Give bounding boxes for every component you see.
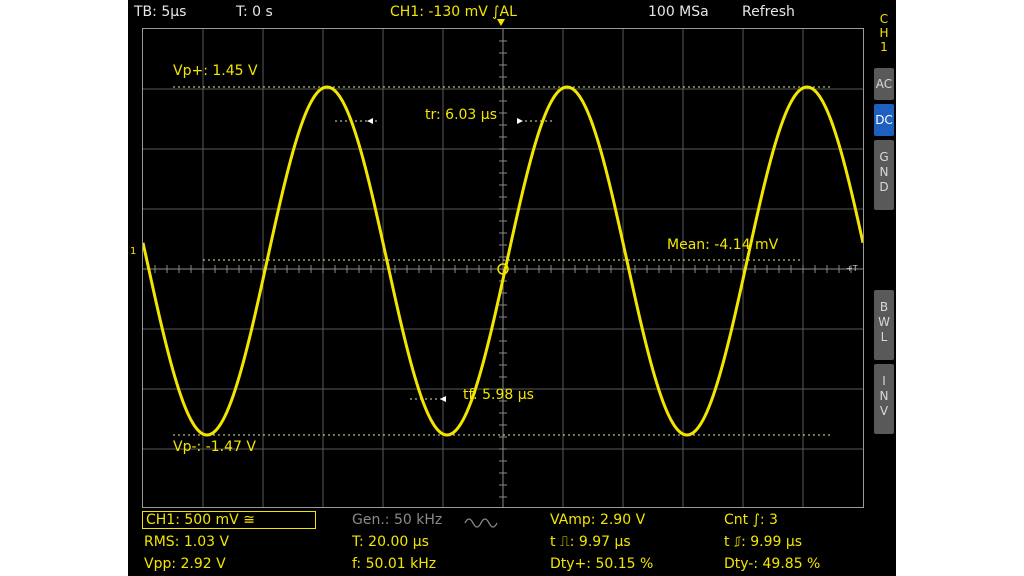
button-letter: W (878, 315, 890, 329)
ac-coupling-button[interactable]: AC (874, 68, 894, 100)
channel-letter: 1 (880, 40, 888, 54)
dc-coupling-button[interactable]: DC (874, 104, 894, 136)
sample-rate-readout: 100 MSa (648, 4, 709, 20)
vp-plus-label: Vp+: 1.45 V (173, 63, 258, 79)
vamp-readout: VAmp: 2.90 V (550, 512, 646, 528)
button-letter: N (879, 165, 889, 179)
trigger-level-marker: +T (846, 264, 858, 273)
graticule (143, 29, 863, 507)
positive-pulse-width-readout: t ⎍: 9.97 µs (550, 534, 631, 550)
rise-time-label: tr: 6.03 µs (425, 107, 497, 123)
button-letter: N (879, 389, 889, 403)
duty-positive-readout: Dty+: 50.15 % (550, 556, 654, 572)
ch1-offset-marker[interactable]: 1 (130, 246, 136, 257)
button-letter: G (879, 150, 889, 164)
vpp-readout: Vpp: 2.92 V (144, 556, 226, 572)
negative-pulse-width-readout: t ⎎: 9.99 µs (724, 534, 803, 550)
ch1-scale-box[interactable]: CH1: 500 mV ≅ (142, 511, 316, 529)
bandwidth-limit-button[interactable]: B W L (874, 290, 894, 360)
button-letter: I (882, 374, 886, 388)
frequency-readout: f: 50.01 kHz (352, 556, 437, 572)
measurement-panel: CH1: 500 mV ≅ Gen.: 50 kHz VAmp: 2.90 V … (128, 508, 868, 576)
vp-minus-label: Vp-: -1.47 V (173, 439, 256, 455)
count-readout: Cnt ∫: 3 (724, 512, 778, 528)
acquire-mode-readout[interactable]: Refresh (742, 4, 795, 20)
generator-readout[interactable]: Gen.: 50 kHz (352, 512, 442, 528)
invert-button[interactable]: I N V (874, 364, 894, 434)
period-readout: T: 20.00 µs (352, 534, 429, 550)
waveform-display[interactable]: Vp+: 1.45 V tr: 6.03 µs Mean: -4.14 mV t… (142, 28, 864, 508)
mean-label: Mean: -4.14 mV (667, 237, 779, 253)
duty-negative-readout: Dty-: 49.85 % (724, 556, 821, 572)
button-letter: L (880, 330, 888, 344)
trigger-time-readout[interactable]: T: 0 s (236, 4, 273, 20)
button-letter: D (879, 180, 889, 194)
trigger-position-marker (497, 19, 505, 26)
button-letter: B (879, 300, 889, 314)
timebase-readout[interactable]: TB: 5µs (134, 4, 186, 20)
oscilloscope-screen: TB: 5µs T: 0 s CH1: -130 mV ∫AL 100 MSa … (128, 0, 896, 576)
fall-time-label: tf: 5.98 µs (463, 387, 534, 403)
channel-indicator: C H 1 (872, 12, 896, 54)
channel-letter: H (879, 26, 889, 40)
channel-letter: C (879, 12, 889, 26)
button-letter: V (879, 404, 889, 418)
gnd-coupling-button[interactable]: G N D (874, 140, 894, 210)
rms-readout: RMS: 1.03 V (144, 534, 230, 550)
channel-menu: C H 1 AC DC G N D B W L I N V (872, 0, 896, 576)
sine-wave-icon (464, 518, 498, 528)
